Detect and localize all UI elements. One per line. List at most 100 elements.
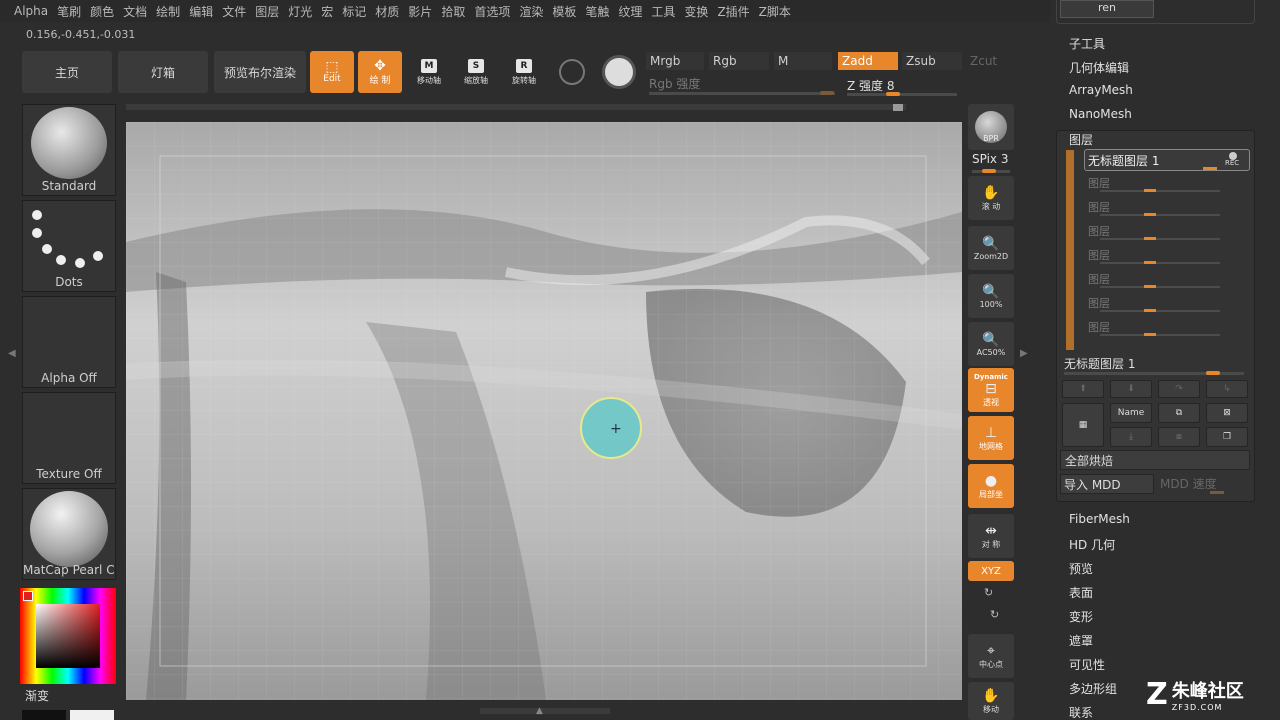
merge-icon[interactable]: ⧈ — [1158, 427, 1200, 447]
menu-item[interactable]: 文件 — [222, 3, 246, 20]
move-axis-button[interactable]: M 移动轴 — [408, 51, 450, 93]
alpha-slot[interactable]: Alpha Off — [22, 296, 116, 388]
zsub-button[interactable]: Zsub — [902, 52, 962, 70]
menu-item[interactable]: 笔刷 — [57, 3, 81, 20]
empty-layer-row[interactable]: 图层 — [1088, 175, 1110, 191]
menu-item[interactable]: 宏 — [321, 3, 333, 20]
lightbox-button[interactable]: 灯箱 — [118, 51, 208, 93]
stroke-slot[interactable]: Dots — [22, 200, 116, 292]
scale-axis-button[interactable]: S 缩放轴 — [455, 51, 497, 93]
layers-title[interactable]: 图层 — [1069, 131, 1093, 148]
subtool-menu[interactable]: 子工具 — [1069, 35, 1105, 52]
move-up-button[interactable]: ⬆ — [1062, 380, 1104, 398]
active-layer-row[interactable]: 无标题图层 1 REC — [1084, 149, 1250, 171]
layer-slider[interactable] — [1100, 214, 1220, 216]
layer-intensity-knob[interactable] — [1206, 371, 1220, 375]
panel-menu-item[interactable]: 遮罩 — [1069, 632, 1093, 649]
top-scrollbar[interactable] — [126, 104, 906, 110]
rotate-y-icon[interactable]: ↻ — [984, 586, 993, 599]
empty-layer-row[interactable]: 图层 — [1088, 271, 1110, 287]
draw-mode-button[interactable]: ✥ 绘 制 — [358, 51, 402, 93]
panel-menu-item[interactable]: 预览 — [1069, 560, 1093, 577]
layer-slider-knob[interactable] — [1144, 213, 1156, 216]
new-layer-button[interactable]: ▦ — [1062, 403, 1104, 447]
import-mdd-button[interactable]: 导入 MDD — [1060, 474, 1154, 494]
empty-layer-row[interactable]: 图层 — [1088, 295, 1110, 311]
menu-item[interactable]: 首选项 — [474, 3, 510, 20]
layer-slider[interactable] — [1100, 286, 1220, 288]
brush-slot[interactable]: Standard — [22, 104, 116, 196]
bottom-expand-arrow-icon[interactable]: ▲ — [536, 706, 543, 716]
rgb-intensity-slider[interactable] — [649, 92, 835, 95]
menu-item[interactable]: 颜色 — [90, 3, 114, 20]
layer-slider[interactable] — [1100, 262, 1220, 264]
menu-item[interactable]: 文档 — [123, 3, 147, 20]
viewport-canvas[interactable]: + — [126, 122, 962, 700]
layer-slider-knob[interactable] — [1144, 285, 1156, 288]
rotate-axis-button[interactable]: R 旋转轴 — [503, 51, 545, 93]
panel-menu-item[interactable]: 联系 — [1069, 704, 1093, 720]
zcut-button[interactable]: Zcut — [966, 52, 1016, 70]
layer-slider-knob[interactable] — [1144, 333, 1156, 336]
layer-slider-knob[interactable] — [1144, 261, 1156, 264]
zadd-button[interactable]: Zadd — [838, 52, 898, 70]
menu-item[interactable]: 笔触 — [585, 3, 609, 20]
turn-arrow-icon[interactable]: ↳ — [1206, 380, 1248, 398]
layer-slider[interactable] — [1100, 190, 1220, 192]
empty-layer-row[interactable]: 图层 — [1088, 199, 1110, 215]
layer-slider[interactable] — [1100, 238, 1220, 240]
menu-item[interactable]: Alpha — [14, 4, 48, 18]
bake-all-button[interactable]: 全部烘焙 — [1060, 450, 1250, 470]
edit-mode-button[interactable]: ⬚ Edit — [310, 51, 354, 93]
center-point-button[interactable]: ⌖ 中心点 — [968, 634, 1014, 678]
primary-color-swatch[interactable] — [70, 710, 114, 720]
left-collapse-arrow-icon[interactable]: ◀ — [8, 348, 16, 359]
mrgb-button[interactable]: Mrgb — [646, 52, 704, 70]
menu-item[interactable]: 纹理 — [618, 3, 642, 20]
half-size-button[interactable]: 🔍 AC50% — [968, 322, 1014, 366]
top-scroll-handle[interactable] — [893, 104, 903, 111]
symmetry-button[interactable]: ⇹ 对 称 — [968, 514, 1014, 558]
local-symmetry-button[interactable]: ● 局部坐 — [968, 464, 1014, 508]
rotate-z-icon[interactable]: ↻ — [990, 608, 999, 621]
home-button[interactable]: 主页 — [22, 51, 112, 93]
panel-menu-item[interactable]: 表面 — [1069, 584, 1093, 601]
scroll-button[interactable]: ✋ 滚 动 — [968, 176, 1014, 220]
move-view-button[interactable]: ✋ 移动 — [968, 682, 1014, 720]
panel-menu-item[interactable]: 可见性 — [1069, 656, 1105, 673]
menu-item[interactable]: 图层 — [255, 3, 279, 20]
rename-button[interactable]: Name — [1110, 403, 1152, 423]
z-intensity-slider[interactable] — [847, 93, 957, 96]
menu-item[interactable]: Z脚本 — [759, 3, 791, 20]
delete-icon[interactable]: ⊠ — [1206, 403, 1248, 423]
secondary-color-swatch[interactable] — [22, 710, 66, 720]
color-picker[interactable] — [20, 588, 116, 684]
main-color-swatch[interactable] — [23, 591, 33, 601]
bottom-scrollbar[interactable] — [480, 708, 610, 714]
menu-item[interactable]: 标记 — [342, 3, 366, 20]
nanomesh-menu[interactable]: NanoMesh — [1069, 107, 1132, 121]
menu-item[interactable]: 灯光 — [288, 3, 312, 20]
menu-item[interactable]: 材质 — [375, 3, 399, 20]
floor-grid-button[interactable]: ⊥ 地网格 — [968, 416, 1014, 460]
panel-menu-item[interactable]: 多边形组 — [1069, 680, 1117, 697]
layer-slider-knob[interactable] — [1144, 309, 1156, 312]
active-layer-knob[interactable] — [1203, 167, 1217, 170]
arraymesh-menu[interactable]: ArrayMesh — [1069, 83, 1133, 97]
menu-item[interactable]: 绘制 — [156, 3, 180, 20]
perspective-button[interactable]: Dynamic ⊟ 透视 — [968, 368, 1014, 412]
texture-slot[interactable]: Texture Off — [22, 392, 116, 484]
layer-slider-knob[interactable] — [1144, 237, 1156, 240]
layers-scrollbar[interactable] — [1066, 150, 1074, 350]
zoom2d-button[interactable]: 🔍 Zoom2D — [968, 226, 1014, 270]
preview-boolean-render-button[interactable]: 预览布尔渲染 — [214, 51, 306, 93]
sculptris-icon[interactable] — [602, 55, 636, 89]
merge-down-icon[interactable]: ⤓ — [1110, 427, 1152, 447]
m-button[interactable]: M — [774, 52, 832, 70]
menu-item[interactable]: 工具 — [651, 3, 675, 20]
bpr-button[interactable]: BPR — [968, 104, 1014, 150]
copy-icon[interactable]: ❐ — [1206, 427, 1248, 447]
material-slot[interactable]: MatCap Pearl Ca — [22, 488, 116, 580]
geometry-menu[interactable]: 几何体编辑 — [1069, 59, 1129, 76]
mdd-speed-knob[interactable] — [1210, 491, 1224, 494]
